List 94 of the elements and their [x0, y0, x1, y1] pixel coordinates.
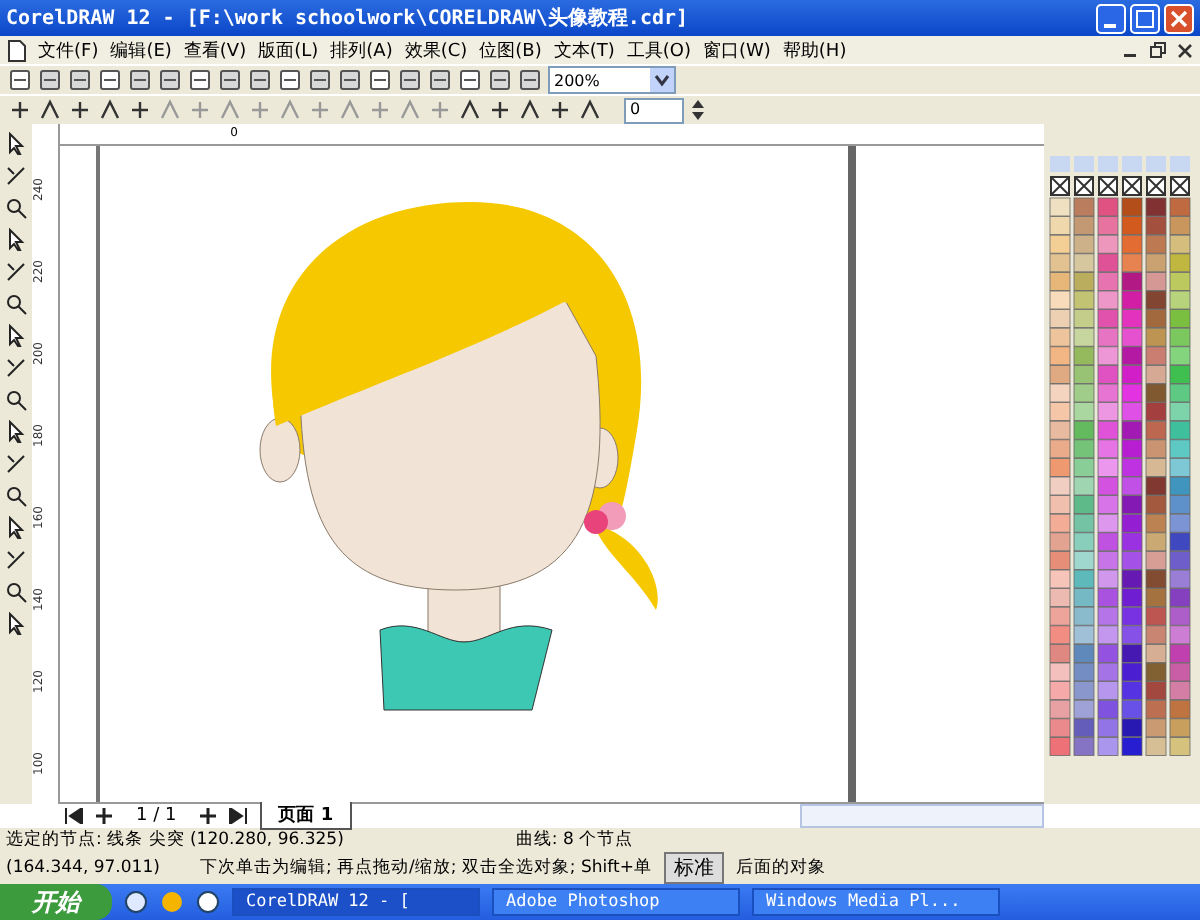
toolbox-tool-icon[interactable] — [3, 484, 28, 508]
toolbar-tool-icon[interactable] — [158, 68, 182, 92]
minimize-button[interactable] — [1096, 3, 1126, 33]
window-title: CorelDRAW 12 - [F:\work schoolwork\CORELDRAW\头像教程.cdr] — [6, 5, 691, 32]
toolbar-tool-icon[interactable] — [368, 68, 392, 92]
toolbox-tool-icon[interactable] — [3, 324, 28, 348]
toolbox-tool-icon[interactable] — [3, 452, 28, 476]
last-page-icon[interactable] — [228, 808, 249, 824]
page-counter: 1 / 1 — [136, 806, 177, 826]
status-hint: 下次单击为编辑; 再点拖动/缩放; 双击全选对象; Shift+单 — [199, 856, 652, 880]
node-tool-icon[interactable] — [188, 98, 212, 122]
curve-status: 曲线: 8 个节点 — [515, 828, 634, 852]
node-tool-icon[interactable] — [218, 98, 242, 122]
toolbar-tool-icon[interactable] — [518, 68, 542, 92]
node-tool-icon[interactable] — [308, 98, 332, 122]
node-tool-icon[interactable] — [548, 98, 572, 122]
menu-item[interactable]: 帮助(H) — [782, 37, 847, 63]
nudge-field[interactable]: 0 — [624, 97, 684, 123]
add-page-icon[interactable] — [96, 808, 112, 824]
toolbox-tool-icon[interactable] — [3, 292, 28, 316]
toolbox-tool-icon[interactable] — [3, 388, 28, 412]
toolbar-tool-icon[interactable] — [248, 68, 272, 92]
menu-item[interactable]: 窗口(W) — [703, 37, 771, 63]
cursor-coordinates: (164.344, 97.011) — [6, 858, 160, 878]
node-tool-icon[interactable] — [248, 98, 272, 122]
page-tab[interactable]: 页面 1 — [260, 802, 352, 830]
toolbar-tool-icon[interactable] — [308, 68, 332, 92]
toolbox-tool-icon[interactable] — [3, 548, 28, 572]
node-tool-icon[interactable] — [278, 98, 302, 122]
toolbox-tool-icon[interactable] — [3, 260, 28, 284]
toolbar-tool-icon[interactable] — [8, 68, 32, 92]
node-tool-icon[interactable] — [68, 98, 92, 122]
status-hint: 后面的对象 — [735, 856, 826, 880]
close-button[interactable] — [1164, 3, 1194, 33]
toolbar-tool-icon[interactable] — [398, 68, 422, 92]
spin-arrows-icon[interactable] — [690, 98, 706, 122]
toolbar-tool-icon[interactable] — [428, 68, 452, 92]
horizontal-scrollbar[interactable] — [800, 804, 1044, 828]
toolbar-tool-icon[interactable] — [68, 68, 92, 92]
selection-status: 选定的节点: 线条 尖突 (120.280, 96.325) — [6, 828, 344, 852]
menu-item[interactable]: 版面(L) — [258, 37, 319, 63]
toolbar-tool-icon[interactable] — [488, 68, 512, 92]
menu-item[interactable]: 排列(A) — [330, 37, 393, 63]
node-tool-icon[interactable] — [128, 98, 152, 122]
taskbar-task[interactable]: CorelDRAW 12 - [ — [232, 888, 480, 916]
toolbar-tool-icon[interactable] — [38, 68, 62, 92]
input-mode-button[interactable]: 标准 — [663, 852, 724, 884]
toolbar-tool-icon[interactable] — [128, 68, 152, 92]
node-tool-icon[interactable] — [338, 98, 362, 122]
node-tool-icon[interactable] — [578, 98, 602, 122]
node-tool-icon[interactable] — [8, 98, 32, 122]
toolbox-tool-icon[interactable] — [3, 612, 28, 636]
toolbar-tool-icon[interactable] — [458, 68, 482, 92]
desktop-icon[interactable] — [196, 890, 220, 914]
toolbar-tool-icon[interactable] — [98, 68, 122, 92]
menu-item[interactable]: 工具(O) — [626, 37, 691, 63]
node-tool-icon[interactable] — [458, 98, 482, 122]
menu-item[interactable]: 位图(B) — [479, 37, 542, 63]
toolbar-tool-icon[interactable] — [188, 68, 212, 92]
node-tool-icon[interactable] — [518, 98, 542, 122]
toolbar-tool-icon[interactable] — [278, 68, 302, 92]
toolbox-tool-icon[interactable] — [3, 164, 28, 188]
node-tool-icon[interactable] — [98, 98, 122, 122]
toolbox-tool-icon[interactable] — [3, 356, 28, 380]
menu-item[interactable]: 文本(T) — [553, 37, 615, 63]
toolbar-tool-icon[interactable] — [218, 68, 242, 92]
menu-item[interactable]: 文件(F) — [38, 37, 99, 63]
document-close-icon[interactable] — [1178, 43, 1192, 57]
maximize-button[interactable] — [1130, 3, 1160, 33]
toolbox-tool-icon[interactable] — [3, 196, 28, 220]
node-tool-icon[interactable] — [488, 98, 512, 122]
menu-item[interactable]: 查看(V) — [183, 37, 247, 63]
document-restore-icon[interactable] — [1150, 42, 1166, 58]
toolbox-tool-icon[interactable] — [3, 228, 28, 252]
node-tool-icon[interactable] — [398, 98, 422, 122]
toolbox-tool-icon[interactable] — [3, 420, 28, 444]
node-tool-icon[interactable] — [38, 98, 62, 122]
menu-item[interactable]: 效果(C) — [404, 37, 468, 63]
media-icon[interactable] — [160, 890, 184, 914]
node-tool-icon[interactable] — [368, 98, 392, 122]
zoom-dropdown[interactable]: 200% — [548, 66, 676, 94]
add-page-icon[interactable] — [200, 808, 217, 824]
start-button[interactable]: 开始 — [0, 884, 112, 920]
toolbox-tool-icon[interactable] — [3, 132, 28, 156]
taskbar-task[interactable]: Adobe Photoshop — [492, 888, 740, 916]
first-page-icon[interactable] — [64, 808, 84, 824]
node-tool-icon[interactable] — [158, 98, 182, 122]
toolbox-tool-icon[interactable] — [3, 580, 28, 604]
browser-icon[interactable] — [124, 890, 148, 914]
menu-item[interactable]: 编辑(E) — [110, 37, 172, 63]
taskbar-task[interactable]: Windows Media Pl... — [752, 888, 1000, 916]
toolbox-tool-icon[interactable] — [3, 516, 28, 540]
toolbar-tool-icon[interactable] — [338, 68, 362, 92]
node-tool-icon[interactable] — [428, 98, 452, 122]
